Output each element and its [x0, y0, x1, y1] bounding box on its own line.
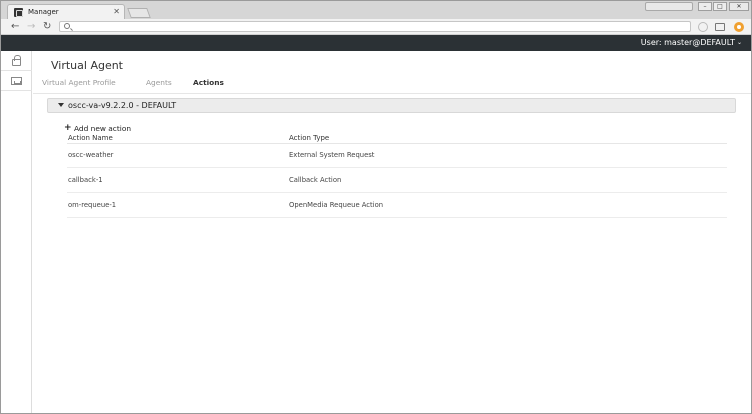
action-name-cell: oscc-weather: [68, 151, 114, 159]
browser-window: Manager ✕ – □ ✕ ← → ↻ User: master@DEFAU…: [0, 0, 752, 414]
group-header[interactable]: oscc-va-v9.2.2.0 - DEFAULT: [47, 98, 736, 113]
tab-virtual-agent-profile[interactable]: Virtual Agent Profile: [42, 77, 116, 89]
action-type-cell: OpenMedia Requeue Action: [289, 201, 384, 209]
table-row[interactable]: callback-1 Callback Action: [67, 168, 727, 193]
close-window-icon[interactable]: ✕: [729, 2, 749, 11]
tab-title: Manager: [28, 8, 59, 16]
app-header: User: master@DEFAULT ⌄: [1, 35, 751, 51]
browser-tab[interactable]: Manager ✕: [7, 4, 125, 19]
reload-icon[interactable]: ↻: [43, 20, 51, 33]
tab-agents[interactable]: Agents: [146, 77, 172, 89]
group-title: oscc-va-v9.2.2.0 - DEFAULT: [68, 101, 177, 110]
caret-down-icon: [58, 103, 64, 107]
main-content: Virtual Agent Virtual Agent Profile Agen…: [33, 51, 751, 413]
inbox-icon: [11, 77, 22, 85]
action-type-cell: Callback Action: [289, 176, 342, 184]
table-row[interactable]: om-requeue-1 OpenMedia Requeue Action: [67, 193, 727, 218]
rail-item-lock[interactable]: [1, 51, 32, 71]
user-menu[interactable]: User: master@DEFAULT: [641, 35, 735, 51]
favicon-icon: [14, 8, 23, 17]
maximize-icon[interactable]: □: [713, 2, 727, 11]
tab-actions[interactable]: Actions: [193, 77, 224, 89]
back-arrow-icon[interactable]: ←: [11, 20, 19, 33]
tab-close-icon[interactable]: ✕: [113, 6, 120, 18]
circle-icon[interactable]: [698, 22, 708, 32]
browser-toolbar: ← → ↻: [1, 19, 751, 35]
tabs-divider: [33, 93, 751, 94]
search-icon: [64, 23, 70, 29]
table-row[interactable]: oscc-weather External System Request: [67, 143, 727, 168]
page-title: Virtual Agent: [51, 59, 123, 72]
chevron-down-icon[interactable]: ⌄: [737, 35, 742, 51]
address-bar[interactable]: [59, 21, 691, 32]
minimize-icon[interactable]: –: [698, 2, 712, 11]
cast-icon[interactable]: [715, 23, 725, 31]
new-tab-button[interactable]: [127, 8, 151, 18]
action-name-cell: om-requeue-1: [68, 201, 117, 209]
profile-chip[interactable]: [645, 2, 693, 11]
forward-arrow-icon[interactable]: →: [27, 20, 35, 33]
extension-icon[interactable]: [734, 22, 744, 32]
title-bar: Manager ✕ – □ ✕: [1, 1, 751, 19]
action-name-cell: callback-1: [68, 176, 103, 184]
lock-icon: [12, 55, 21, 66]
side-rail: [1, 51, 32, 413]
rail-item-inbox[interactable]: [1, 71, 32, 91]
action-type-cell: External System Request: [289, 151, 375, 159]
